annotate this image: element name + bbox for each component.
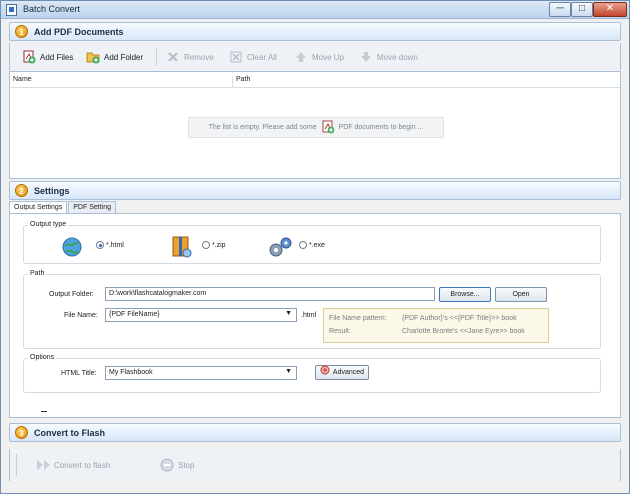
pdf-document-list[interactable]: Name Path The list is empty. Please add … — [9, 71, 621, 179]
clear-all-button[interactable]: Clear All — [229, 47, 277, 67]
convert-toolbar: Convert to flash Stop — [9, 449, 621, 481]
output-type-exe-radio[interactable]: *.exe — [299, 241, 325, 249]
convert-to-flash-button[interactable]: Convert to flash — [36, 455, 110, 475]
options-title: Options — [28, 354, 57, 361]
divider-dash — [41, 411, 47, 412]
file-name-value: {PDF FileName} — [109, 311, 160, 318]
column-header-name[interactable]: Name — [13, 76, 32, 83]
move-up-icon — [294, 50, 308, 64]
maximize-button[interactable]: □ — [571, 2, 593, 17]
html-title-label: HTML Title: — [61, 370, 97, 377]
convert-label: Convert to flash — [54, 460, 111, 470]
step-number-badge: 1 — [15, 25, 28, 38]
stop-label: Stop — [178, 460, 195, 470]
zip-archive-icon — [170, 235, 192, 261]
minimize-button[interactable]: ─ — [549, 2, 571, 17]
add-files-label: Add Files — [40, 52, 74, 62]
advanced-label: Advanced — [332, 369, 365, 376]
file-name-select[interactable]: {PDF FileName} ▼ — [105, 308, 297, 322]
radio-label: *.exe — [308, 241, 325, 249]
file-name-pattern-box: File Name pattern: {PDF Author}'s <<{PDF… — [323, 308, 549, 343]
app-icon — [6, 4, 17, 16]
batch-convert-window: Batch Convert ─ □ ✕ 1 Add PDF Documents … — [0, 0, 630, 494]
list-header: Name Path — [10, 72, 620, 88]
stop-icon — [160, 458, 174, 472]
clear-all-label: Clear All — [247, 52, 277, 62]
advanced-button[interactable]: Advanced — [315, 365, 369, 380]
remove-label: Remove — [184, 52, 214, 62]
add-folder-label: Add Folder — [104, 52, 144, 62]
title-bar: Batch Convert ─ □ ✕ — [1, 1, 629, 19]
column-divider[interactable] — [232, 76, 233, 88]
open-button[interactable]: Open — [495, 287, 547, 302]
browse-button[interactable]: Browse... — [439, 287, 491, 302]
html-title-select[interactable]: My Flashbook ▼ — [105, 366, 297, 380]
add-pdf-section-header[interactable]: 1 Add PDF Documents — [9, 22, 621, 41]
section-title: Convert to Flash — [34, 428, 106, 438]
radio-label: *.zip — [211, 241, 226, 249]
move-down-label: Move down — [377, 52, 418, 62]
empty-text-end: PDF documents to begin ... — [338, 124, 424, 131]
radio-button[interactable] — [299, 241, 307, 249]
html-title-value: My Flashbook — [109, 369, 153, 376]
convert-icon — [36, 458, 50, 472]
stop-button[interactable]: Stop — [160, 455, 194, 475]
clear-all-icon — [229, 50, 243, 64]
remove-button[interactable]: Remove — [166, 47, 214, 67]
convert-section-header[interactable]: 3 Convert to Flash — [9, 423, 621, 442]
output-type-html-radio[interactable]: *.html — [96, 241, 124, 249]
html-globe-icon — [60, 235, 84, 261]
remove-icon — [166, 50, 180, 64]
exe-application-icon — [268, 235, 294, 261]
section-title: Settings — [34, 186, 70, 196]
empty-list-message: The list is empty. Please add some PDF d… — [188, 117, 444, 138]
radio-button[interactable] — [202, 241, 210, 249]
result-value: Charlotte Bronte's <<Jane Eyre>> book — [402, 328, 525, 335]
document-toolbar: Add Files Add Folder Remove Clear All Mo… — [9, 43, 621, 70]
add-files-icon — [22, 50, 36, 64]
move-up-label: Move Up — [312, 52, 345, 62]
pattern-value: {PDF Author}'s <<{PDF Title}>> book — [402, 315, 517, 322]
result-label: Result: — [329, 328, 351, 335]
radio-label: *.html — [105, 241, 124, 249]
output-type-group: Output type *.html *.zip *.exe — [23, 221, 601, 264]
move-down-button[interactable]: Move down — [359, 47, 418, 67]
advanced-icon — [320, 365, 330, 380]
settings-section-header[interactable]: 2 Settings — [9, 181, 621, 200]
chevron-down-icon[interactable]: ▼ — [285, 368, 292, 375]
toolbar-divider — [156, 48, 157, 66]
output-folder-input[interactable]: D:\work\flashcatalogmaker.com — [105, 287, 435, 301]
path-title: Path — [28, 270, 47, 277]
empty-text-start: The list is empty. Please add some — [208, 124, 317, 131]
output-type-title: Output type — [28, 221, 69, 228]
pattern-label: File Name pattern: — [329, 315, 387, 322]
file-name-label: File Name: — [64, 312, 98, 319]
add-folder-icon — [86, 50, 100, 64]
move-down-icon — [359, 50, 373, 64]
output-folder-label: Output Folder: — [49, 291, 94, 298]
radio-button[interactable] — [96, 241, 104, 249]
add-folder-button[interactable]: Add Folder — [86, 47, 143, 67]
chevron-down-icon[interactable]: ▼ — [285, 310, 292, 317]
close-button[interactable]: ✕ — [593, 2, 627, 17]
window-title: Batch Convert — [23, 4, 81, 14]
move-up-button[interactable]: Move Up — [294, 47, 344, 67]
section-title: Add PDF Documents — [34, 27, 124, 37]
column-header-path[interactable]: Path — [236, 76, 250, 83]
step-number-badge: 3 — [15, 426, 28, 439]
file-extension: .html — [301, 312, 317, 319]
pdf-add-icon — [321, 120, 335, 136]
step-number-badge: 2 — [15, 184, 28, 197]
toolbar-divider — [16, 454, 17, 476]
add-files-button[interactable]: Add Files — [22, 47, 73, 67]
output-type-zip-radio[interactable]: *.zip — [202, 241, 226, 249]
